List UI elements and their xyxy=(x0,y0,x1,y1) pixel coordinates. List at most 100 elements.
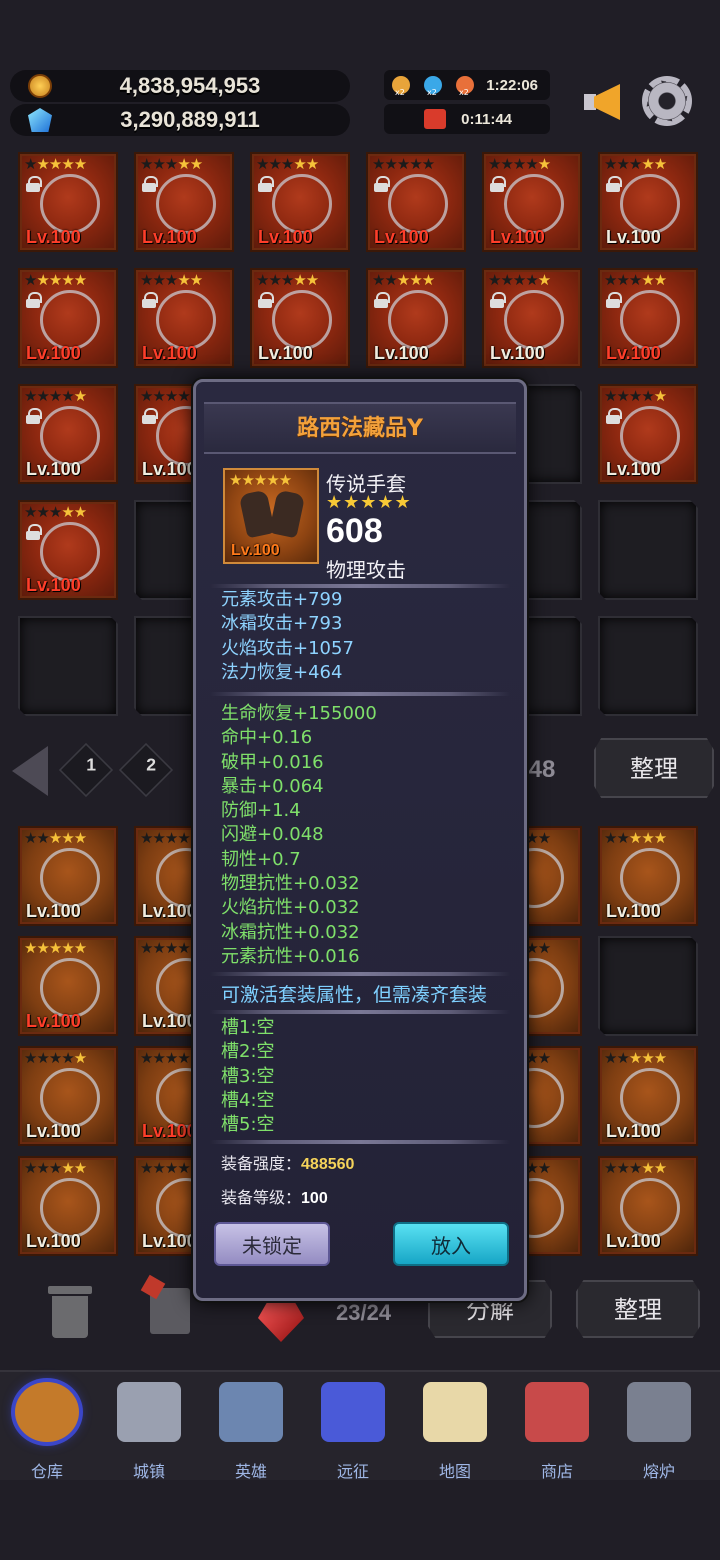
top-slot[interactable] xyxy=(18,616,118,716)
item-level-label: Lv.100 xyxy=(142,227,197,247)
equipment-icon xyxy=(40,174,100,234)
stat-line: 元素抗性+0.016 xyxy=(221,945,360,967)
bottom-slot[interactable]: ★★★★★ Lv.100 xyxy=(18,1046,118,1146)
equipment-icon xyxy=(388,290,448,350)
nav-label: 仓库 xyxy=(30,1462,63,1481)
bottom-slot[interactable]: ★★★★★ Lv.100 xyxy=(598,1156,698,1256)
nav-item-4[interactable]: 地图 xyxy=(410,1382,500,1481)
rarity-stars: ★★★★★ xyxy=(24,829,87,847)
item-level-label: Lv.100 xyxy=(606,1121,661,1141)
item-level-label: Lv.100 xyxy=(258,227,313,247)
equipment-icon xyxy=(620,848,680,908)
page-button-1[interactable]: 1 xyxy=(58,742,114,798)
nav-item-0[interactable]: 仓库 xyxy=(2,1382,92,1481)
storage-bag-icon xyxy=(15,1382,79,1442)
sort-button[interactable]: 整理 xyxy=(594,738,714,798)
lock-icon xyxy=(142,292,158,308)
bonus-stats: 生命恢复+155000 命中+0.16 破甲+0.016 暴击+0.064 防御+1.4… xyxy=(221,702,377,969)
helmet-icon xyxy=(219,1382,283,1442)
equipment-icon xyxy=(156,290,216,350)
top-slot[interactable]: ★★★★★ Lv.100 xyxy=(18,152,118,252)
red-gem-icon[interactable] xyxy=(258,1302,304,1342)
top-slot[interactable]: ★★★★★ Lv.100 xyxy=(482,268,582,368)
equipment-icon xyxy=(620,1178,680,1238)
bottom-nav: 仓库 城镇 英雄 远征 地图 商店 熔炉 xyxy=(0,1370,720,1481)
equipment-level: 装备等级：100 xyxy=(221,1188,328,1207)
equipment-icon xyxy=(388,174,448,234)
nav-item-5[interactable]: 商店 xyxy=(512,1382,602,1481)
stat-line: 火焰攻击+1057 xyxy=(221,637,354,659)
lock-icon xyxy=(490,176,506,192)
stat-line: 暴击+0.064 xyxy=(221,775,324,797)
stat-line: 槽5:空 xyxy=(221,1114,275,1136)
gear-icon[interactable] xyxy=(642,76,692,126)
top-slot[interactable]: ★★★★★ Lv.100 xyxy=(366,268,466,368)
top-slot[interactable]: ★★★★★ Lv.100 xyxy=(134,152,234,252)
boost-bar[interactable]: x2 x2 x2 1:22:06 xyxy=(384,70,550,100)
top-slot[interactable]: ★★★★★ Lv.100 xyxy=(134,268,234,368)
element-stats: 元素攻击+799 冰霜攻击+793 火焰攻击+1057 法力恢复+464 xyxy=(221,588,354,685)
item-level-label: Lv.100 xyxy=(142,459,197,479)
equipment-icon xyxy=(40,958,100,1018)
top-slot[interactable]: ★★★★★ Lv.100 xyxy=(18,268,118,368)
bottom-slot[interactable]: ★★★★★ Lv.100 xyxy=(18,826,118,926)
put-in-button[interactable]: 放入 xyxy=(393,1222,509,1266)
bottom-slot[interactable]: ★★★★★ Lv.100 xyxy=(598,1046,698,1146)
bottom-slot[interactable]: ★★★★★ Lv.100 xyxy=(598,826,698,926)
megaphone-icon[interactable] xyxy=(584,82,628,122)
item-level-label: Lv.100 xyxy=(374,227,429,247)
top-slot[interactable]: ★★★★★ Lv.100 xyxy=(366,152,466,252)
lock-icon xyxy=(26,408,42,424)
rarity-stars: ★★★★★ xyxy=(604,829,667,847)
nav-label: 远征 xyxy=(336,1462,369,1481)
rarity-stars: ★★★★★ xyxy=(604,1159,667,1177)
equipment-icon xyxy=(620,174,680,234)
top-slot[interactable]: ★★★★★ Lv.100 xyxy=(482,152,582,252)
top-slot[interactable] xyxy=(598,616,698,716)
book-icon[interactable] xyxy=(140,1274,190,1334)
bottom-slot[interactable]: ★★★★★ Lv.100 xyxy=(18,1156,118,1256)
stat-line: 冰霜攻击+793 xyxy=(221,613,343,635)
bottom-slot[interactable]: ★★★★★ Lv.100 xyxy=(18,936,118,1036)
bottom-slot[interactable] xyxy=(598,936,698,1036)
item-level-label: Lv.100 xyxy=(26,1011,81,1031)
prev-page-arrow-icon[interactable] xyxy=(12,746,48,796)
stat-line: 法力恢复+464 xyxy=(221,661,343,683)
item-level-label: Lv.100 xyxy=(606,1231,661,1251)
gold-coin-icon xyxy=(28,74,52,98)
top-slot[interactable]: ★★★★★ Lv.100 xyxy=(250,268,350,368)
page-button-2[interactable]: 2 xyxy=(118,742,174,798)
item-level-label: Lv.100 xyxy=(26,1231,81,1251)
gem-counter: 3,290,889,911 xyxy=(10,104,350,136)
item-level-label: Lv.100 xyxy=(26,1121,81,1141)
lock-toggle-button[interactable]: 未锁定 xyxy=(214,1222,330,1266)
item-level-label: Lv.100 xyxy=(142,1011,197,1031)
top-slot[interactable]: ★★★★★ Lv.100 xyxy=(18,384,118,484)
nav-item-2[interactable]: 英雄 xyxy=(206,1382,296,1481)
gift-bar[interactable]: 0:11:44 xyxy=(384,104,550,134)
castle-icon xyxy=(117,1382,181,1442)
top-slot[interactable]: ★★★★★ Lv.100 xyxy=(250,152,350,252)
equipment-icon xyxy=(504,174,564,234)
nav-item-1[interactable]: 城镇 xyxy=(104,1382,194,1481)
stat-line: 槽1:空 xyxy=(221,1017,275,1038)
stat-line: 韧性+0.7 xyxy=(221,848,301,870)
nav-item-3[interactable]: 远征 xyxy=(308,1382,398,1481)
rarity-stars: ★★★★★ xyxy=(24,387,87,405)
lock-icon xyxy=(142,408,158,424)
trash-icon[interactable] xyxy=(48,1286,92,1338)
item-level-label: Lv.100 xyxy=(142,343,197,363)
top-slot[interactable]: ★★★★★ Lv.100 xyxy=(598,268,698,368)
top-slot[interactable]: ★★★★★ Lv.100 xyxy=(598,152,698,252)
top-slot[interactable]: ★★★★★ Lv.100 xyxy=(598,384,698,484)
top-slot[interactable] xyxy=(598,500,698,600)
item-level-label: Lv.100 xyxy=(606,343,661,363)
lock-icon xyxy=(258,292,274,308)
stat-line: 生命恢复+155000 xyxy=(221,703,377,724)
stat-line: 物理抗性+0.032 xyxy=(221,873,360,895)
nav-item-6[interactable]: 熔炉 xyxy=(614,1382,704,1481)
equipment-icon xyxy=(40,522,100,582)
top-slot[interactable]: ★★★★★ Lv.100 xyxy=(18,500,118,600)
rarity-stars: ★★★★★ xyxy=(24,1159,87,1177)
sort-button-bottom[interactable]: 整理 xyxy=(576,1280,700,1338)
